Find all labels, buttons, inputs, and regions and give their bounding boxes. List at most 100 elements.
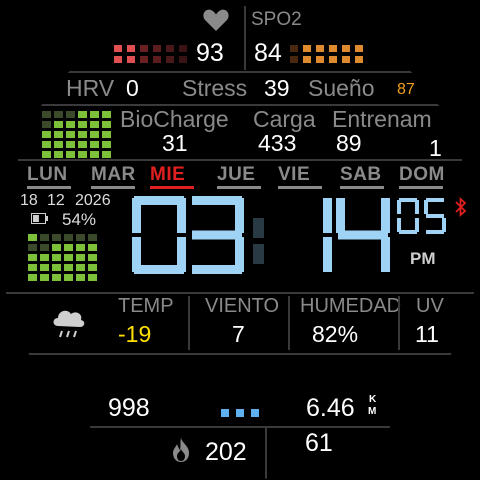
extra-value: 1 [429, 135, 442, 161]
date-month: 12 [47, 192, 65, 209]
steps-bar [64, 234, 73, 241]
hour-digit-segment [132, 198, 141, 233]
battery-percent: 54% [62, 210, 97, 229]
spo2-bar [342, 56, 350, 63]
second-digit-segment [399, 198, 417, 202]
uv-value: 11 [415, 321, 439, 347]
uv-label: UV [416, 295, 444, 317]
hour-digit-segment [177, 198, 186, 233]
steps-bar [88, 274, 97, 281]
divider [18, 159, 462, 161]
training-bar [102, 121, 111, 128]
minute-digit-segment [381, 198, 390, 233]
date-year: 2026 [75, 192, 111, 209]
training-bar [42, 141, 51, 148]
minute-digit-segment [336, 198, 345, 233]
calories-value: 202 [205, 438, 247, 466]
temp-label: TEMP [118, 295, 174, 317]
carga-value: 433 [258, 130, 297, 156]
steps-bar [52, 254, 61, 261]
steps-bar [52, 264, 61, 271]
heart-rate-bar [166, 45, 174, 52]
steps-bar [64, 254, 73, 261]
divider [265, 428, 267, 480]
weekday-mie: MIE [150, 164, 186, 185]
ampm-label: PM [410, 249, 436, 268]
colon-segment [253, 244, 264, 264]
steps-bar [64, 264, 73, 271]
steps-bar [76, 234, 85, 241]
heart-rate-bar [153, 56, 161, 63]
training-bar [54, 131, 63, 138]
steps-bar [88, 244, 97, 251]
second-digit-segment [442, 218, 446, 232]
training-bar [90, 111, 99, 118]
heart-rate-bar [127, 56, 135, 63]
weekday-dom: DOM [399, 164, 445, 185]
weekday-sab: SAB [340, 164, 382, 185]
steps-bar [88, 264, 97, 271]
flame-icon [173, 438, 189, 462]
second-digit-segment [397, 200, 401, 214]
heart-rate-bar [140, 45, 148, 52]
weekday-underline [91, 186, 135, 189]
steps-bar [40, 234, 49, 241]
spo2-bar [342, 45, 350, 52]
minute-digit-segment [323, 198, 332, 233]
steps-bar [52, 244, 61, 251]
steps-bar [64, 274, 73, 281]
hour-digit-segment [192, 196, 242, 205]
heart-rate-bar [140, 56, 148, 63]
wind-label: VIENTO [205, 295, 280, 317]
spo2-bar [355, 45, 363, 52]
colon-segment [253, 218, 264, 238]
humidity-label: HUMEDAD [300, 295, 402, 317]
bottom-left-value: 998 [108, 394, 150, 422]
weekday-underline [399, 186, 443, 189]
second-digit-segment [415, 200, 419, 214]
training-bar [54, 121, 63, 128]
divider [0, 353, 480, 355]
training-bar [78, 141, 87, 148]
training-bar [90, 121, 99, 128]
heart-rate-value: 93 [196, 39, 224, 67]
training-bar [78, 121, 87, 128]
heart-rate-bar [153, 45, 161, 52]
divider [90, 426, 390, 428]
training-bar [102, 131, 111, 138]
spo2-bar [303, 56, 311, 63]
second-digit-segment [415, 218, 419, 232]
stress-value: 39 [264, 75, 290, 101]
divider [398, 296, 400, 350]
spo2-bar [355, 56, 363, 63]
date-day: 18 [20, 192, 38, 209]
hour-digit-segment [134, 196, 184, 205]
training-bar [42, 151, 51, 158]
carga-label: Carga [253, 106, 316, 132]
weekday-underline [340, 186, 384, 189]
steps-bar [28, 264, 37, 271]
divider [0, 292, 480, 294]
second-digit-segment [397, 218, 401, 232]
weekday-underline [217, 186, 261, 189]
steps-bar [40, 254, 49, 261]
spo2-bar [329, 56, 337, 63]
hour-digit-segment [235, 198, 244, 233]
spo2-bar [316, 56, 324, 63]
spo2-bar [290, 45, 298, 52]
steps-bar [40, 244, 49, 251]
training-bar [54, 111, 63, 118]
hour-digit-segment [134, 265, 184, 274]
spo2-value: 84 [254, 39, 282, 67]
second-digit-segment [426, 230, 444, 234]
spo2-bar [290, 56, 298, 63]
training-bar [54, 151, 63, 158]
entrenam-value: 89 [336, 130, 362, 156]
training-bar [78, 151, 87, 158]
second-digit-segment [399, 230, 417, 234]
page-dot [251, 409, 259, 417]
hour-digit-segment [132, 237, 141, 272]
training-bar [78, 131, 87, 138]
heart-rate-bar [114, 56, 122, 63]
weekday-lun: LUN [27, 164, 68, 185]
